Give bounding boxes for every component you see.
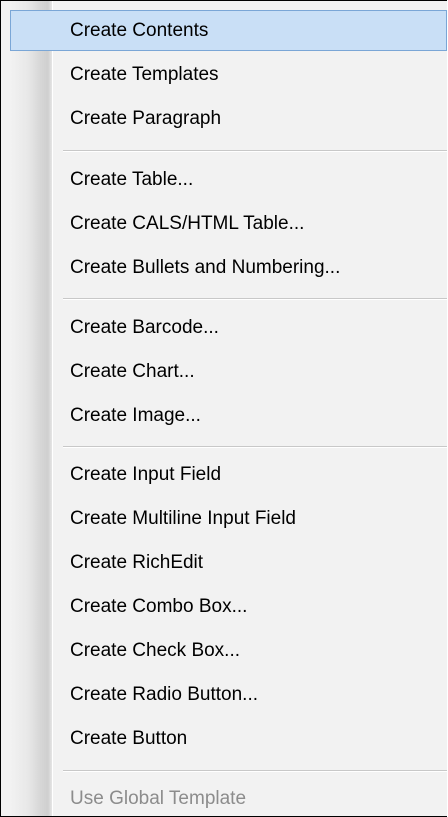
menu-item-create-barcode[interactable]: Create Barcode...: [9, 307, 447, 348]
menu-item-label: Create Bullets and Numbering...: [70, 257, 341, 278]
menu-item-label: Create Table...: [70, 169, 194, 190]
menu-item-create-contents[interactable]: Create Contents: [10, 10, 447, 51]
menu-item-create-image[interactable]: Create Image...: [9, 395, 447, 436]
menu-item-label: Create Button: [70, 728, 188, 749]
menu-item-label: Create Input Field: [70, 464, 222, 485]
menu-item-create-templates[interactable]: Create Templates: [9, 54, 447, 95]
menu-item-label: Create Barcode...: [70, 317, 219, 338]
menu-item-create-button[interactable]: Create Button: [9, 718, 447, 759]
menu-item-create-multiline-input-field[interactable]: Create Multiline Input Field: [9, 498, 447, 539]
menu-separator: [63, 298, 447, 300]
menu-item-label: Create Chart...: [70, 361, 195, 382]
menu-item-create-table[interactable]: Create Table...: [9, 159, 447, 200]
menu-item-label: Create Check Box...: [70, 640, 241, 661]
menu-separator: [63, 150, 447, 152]
menu-item-create-bullets-and-numbering[interactable]: Create Bullets and Numbering...: [9, 247, 447, 288]
menu-item-label: Create Multiline Input Field: [70, 508, 296, 529]
menu-separator: [63, 770, 447, 772]
menu-item-create-combo-box[interactable]: Create Combo Box...: [9, 586, 447, 627]
menu-item-label: Create Image...: [70, 405, 201, 426]
menu-item-create-input-field[interactable]: Create Input Field: [9, 454, 447, 495]
menu-item-label: Create Combo Box...: [70, 596, 248, 617]
menu-item-create-richedit[interactable]: Create RichEdit: [9, 542, 447, 583]
menu-item-create-radio-button[interactable]: Create Radio Button...: [9, 674, 447, 715]
menu-item-label: Create Radio Button...: [70, 684, 258, 705]
menu-item-create-cals-html-table[interactable]: Create CALS/HTML Table...: [9, 203, 447, 244]
menu-item-label: Create CALS/HTML Table...: [70, 213, 305, 234]
menu-item-label: Create Contents: [70, 20, 209, 41]
menu-item-label: Create Templates: [70, 64, 219, 85]
menu-separator: [63, 446, 447, 448]
menu-item-label: Create Paragraph: [70, 108, 222, 129]
context-menu: Create Contents Create Templates Create …: [0, 0, 447, 817]
menu-item-use-global-template: Use Global Template: [9, 778, 447, 816]
menu-item-label: Use Global Template: [70, 788, 247, 809]
menu-item-create-check-box[interactable]: Create Check Box...: [9, 630, 447, 671]
menu-item-label: Create RichEdit: [70, 552, 204, 573]
menu-item-create-chart[interactable]: Create Chart...: [9, 351, 447, 392]
menu-item-create-paragraph[interactable]: Create Paragraph: [9, 98, 447, 139]
